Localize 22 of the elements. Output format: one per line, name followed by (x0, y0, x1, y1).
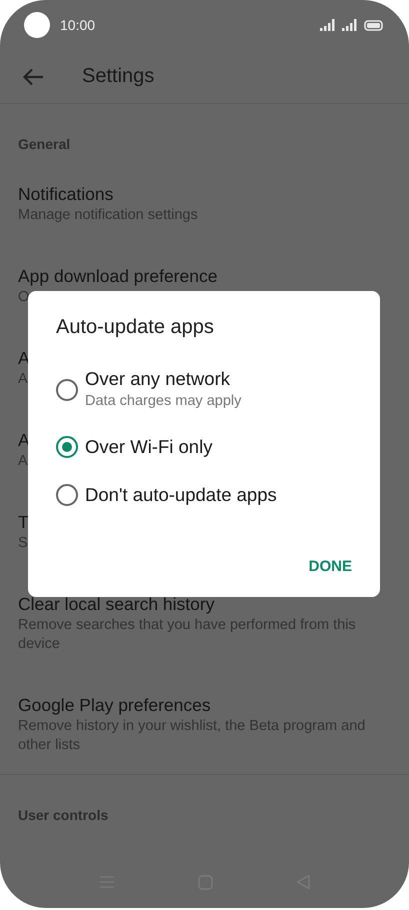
setting-title[interactable]: T (18, 510, 29, 534)
option-label[interactable]: Over Wi-Fi only (85, 435, 212, 459)
app-bar-title: Settings (82, 65, 154, 88)
battery-icon (364, 20, 383, 30)
radio-button[interactable] (56, 436, 78, 458)
signal-icon (320, 19, 336, 31)
option-label[interactable]: Don't auto-update apps (85, 483, 277, 507)
setting-title[interactable]: Google Play preferences (18, 693, 211, 717)
setting-title[interactable]: Notifications (18, 182, 114, 206)
status-time: 10:00 (60, 17, 96, 33)
camera-dot (24, 12, 50, 38)
done-button[interactable]: DONE (300, 552, 360, 581)
setting-title[interactable]: App download preference (18, 264, 218, 288)
option-description: Data charges may apply (85, 392, 242, 411)
radio-button[interactable] (56, 484, 78, 506)
section-header: User controls (17, 806, 110, 825)
back-arrow-icon[interactable] (22, 68, 44, 86)
section-header: General (17, 135, 72, 154)
radio-button[interactable] (56, 379, 78, 401)
option-label[interactable]: Over any network (85, 367, 242, 391)
signal-icon (342, 19, 358, 31)
dialog-title: Auto-update apps (56, 315, 215, 339)
